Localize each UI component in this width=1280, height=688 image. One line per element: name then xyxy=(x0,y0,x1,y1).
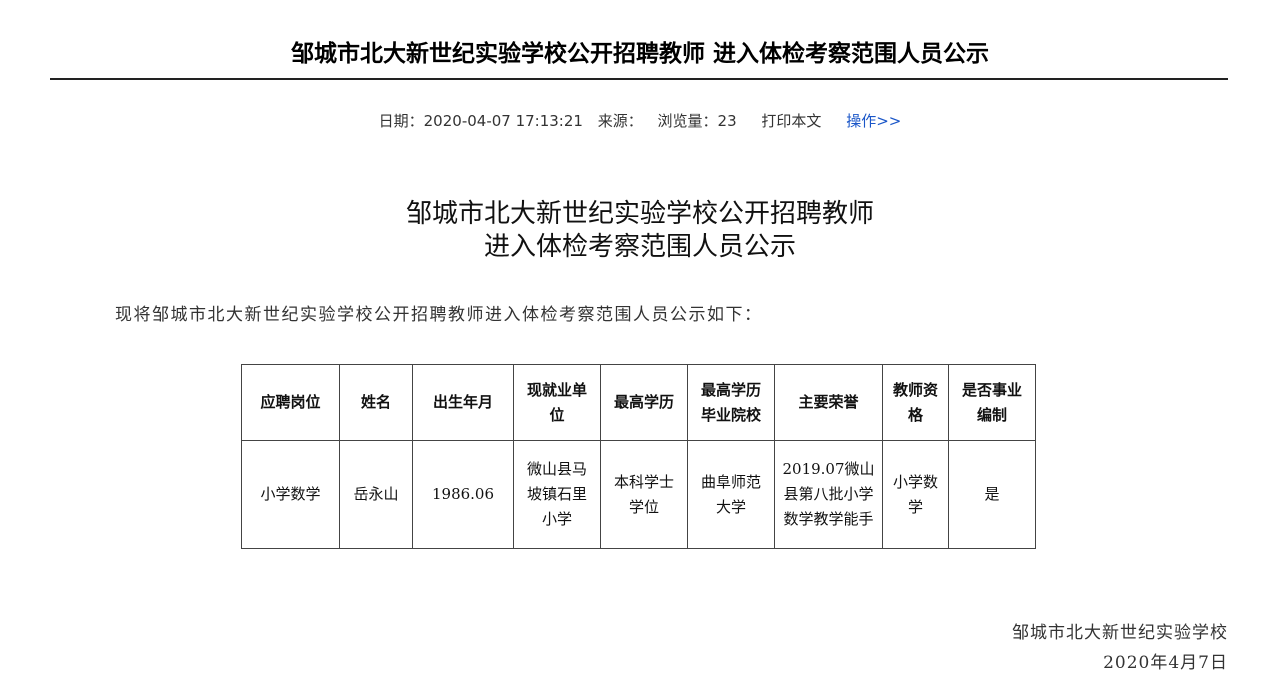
table-row: 小学数学 岳永山 1986.06 微山县马坡镇石里小学 本科学士学位 曲阜师范大… xyxy=(241,440,1036,549)
table-header-cell: 现就业单位 xyxy=(513,364,601,441)
table-header-cell: 最高学历毕业院校 xyxy=(687,364,775,441)
signature-date: 2020年4月7日 xyxy=(1103,653,1228,673)
candidate-table: 应聘岗位 姓名 出生年月 现就业单位 最高学历 最高学历毕业院校 主要荣誉 教师… xyxy=(241,364,1036,549)
table-header-cell: 应聘岗位 xyxy=(241,364,340,441)
article-meta: 日期：2020-04-07 17:13:21 来源： 浏览量：23 打印本文 操… xyxy=(0,110,1280,131)
intro-paragraph: 现将邹城市北大新世纪实验学校公开招聘教师进入体检考察范围人员公示如下： xyxy=(115,305,763,325)
table-cell: 1986.06 xyxy=(412,440,514,549)
views-label: 浏览量： xyxy=(657,112,718,130)
table-header-cell: 主要荣誉 xyxy=(774,364,883,441)
signature-org: 邹城市北大新世纪实验学校 xyxy=(1012,623,1228,643)
operation-link[interactable]: 操作>> xyxy=(846,110,901,131)
table-header-cell: 最高学历 xyxy=(600,364,688,441)
table-header-cell: 是否事业编制 xyxy=(948,364,1036,441)
source-label: 来源： xyxy=(597,112,643,130)
print-link[interactable]: 打印本文 xyxy=(761,110,821,131)
table-header-cell: 出生年月 xyxy=(412,364,514,441)
table-header-cell: 姓名 xyxy=(339,364,413,441)
signature-block: 邹城市北大新世纪实验学校 2020年4月7日 xyxy=(1012,618,1228,678)
table-cell: 岳永山 xyxy=(339,440,413,549)
document-title-line1: 邹城市北大新世纪实验学校公开招聘教师 xyxy=(405,199,874,229)
table-cell: 本科学士学位 xyxy=(600,440,688,549)
date-value: 2020-04-07 17:13:21 xyxy=(423,112,583,130)
document-title: 邹城市北大新世纪实验学校公开招聘教师 进入体检考察范围人员公示 xyxy=(0,198,1280,264)
table-header-row: 应聘岗位 姓名 出生年月 现就业单位 最高学历 最高学历毕业院校 主要荣誉 教师… xyxy=(241,364,1036,441)
views-value: 23 xyxy=(717,112,737,130)
table-cell: 2019.07微山县第八批小学数学教学能手 xyxy=(774,440,883,549)
table-cell: 是 xyxy=(948,440,1036,549)
table-cell: 小学数学 xyxy=(241,440,340,549)
table-cell: 小学数学 xyxy=(882,440,949,549)
table-cell: 微山县马坡镇石里小学 xyxy=(513,440,601,549)
title-divider xyxy=(50,78,1228,80)
table-header-cell: 教师资格 xyxy=(882,364,949,441)
page-title: 邹城市北大新世纪实验学校公开招聘教师 进入体检考察范围人员公示 xyxy=(290,41,989,67)
table-cell: 曲阜师范大学 xyxy=(687,440,775,549)
document-title-line2: 进入体检考察范围人员公示 xyxy=(483,232,796,262)
date-label: 日期： xyxy=(378,112,424,130)
